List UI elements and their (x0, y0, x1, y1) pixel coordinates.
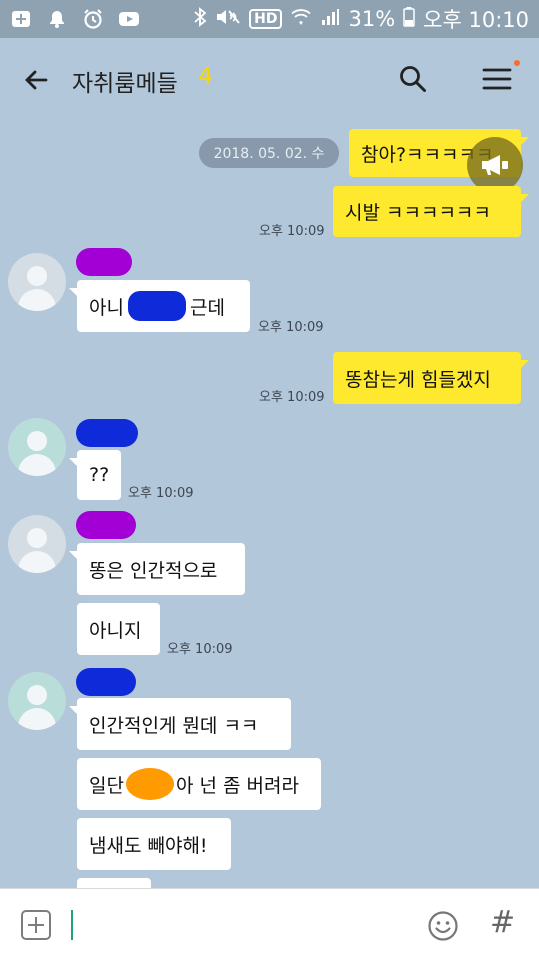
redacted-sender-name (76, 511, 136, 539)
message-bubble-other[interactable]: 일단 아 넌 좀 버려라 (77, 758, 321, 810)
message-text-before: 일단 (89, 774, 124, 797)
redacted-text (127, 291, 186, 321)
sender-avatar[interactable] (8, 253, 66, 311)
new-message-icon (10, 8, 32, 30)
message-text-after: 아 넌 좀 버려라 (175, 774, 299, 797)
mute-icon (215, 7, 241, 32)
redacted-sender-name (76, 248, 132, 276)
clock: 오후 10:10 (423, 8, 529, 32)
redacted-sender-name (76, 668, 136, 696)
message-input-bar: # (0, 888, 539, 960)
search-icon (400, 66, 426, 92)
message-bubble-other[interactable]: 인간적인게 뭔데 ㅋㅋ (69, 698, 291, 750)
status-bar: HD 31% 오후 10:10 (0, 0, 539, 38)
notification-icons (10, 8, 140, 30)
message-bubble-other[interactable]: ?? (69, 450, 121, 500)
hamburger-menu-icon (482, 68, 512, 90)
chat-header: 자취룸메들 4 (0, 38, 539, 122)
avatar-head (27, 266, 47, 286)
avatar-body (18, 551, 56, 573)
avatar-body (18, 708, 56, 730)
message-time: 오후 10:09 (167, 642, 233, 657)
new-badge-dot (514, 60, 520, 66)
emoji-button[interactable] (427, 910, 459, 942)
avatar-head (27, 685, 47, 705)
signal-icon (320, 7, 340, 32)
message-time: 오후 10:09 (259, 390, 325, 405)
message-bubble-other[interactable]: 똥은 인간적으로 (69, 543, 245, 595)
message-time: 오후 10:09 (128, 486, 194, 501)
member-count: 4 (198, 64, 213, 90)
wifi-icon (290, 7, 312, 32)
bell-icon (46, 8, 68, 30)
date-divider: 2018. 05. 02. 수 (199, 138, 339, 168)
message-time: 오후 10:09 (258, 320, 324, 335)
plus-box-icon[interactable] (21, 910, 51, 940)
message-bubble-other[interactable]: 아니지 (77, 603, 160, 655)
redacted-text (125, 768, 174, 800)
bluetooth-icon (193, 6, 207, 32)
sender-avatar[interactable] (8, 515, 66, 573)
avatar-head (27, 431, 47, 451)
hd-voice-indicator: HD (249, 9, 283, 29)
message-text: 냄새도 빼야해! (89, 834, 208, 857)
message-text: 시발 ㅋㅋㅋㅋㅋㅋ (345, 202, 491, 224)
menu-button[interactable] (480, 63, 514, 95)
message-bubble-mine[interactable]: 똥참는게 힘들겠지 (333, 352, 529, 404)
alarm-clock-icon (82, 8, 104, 30)
redacted-sender-name (76, 419, 138, 447)
avatar-body (18, 289, 56, 311)
system-status: HD 31% 오후 10:10 (193, 4, 529, 34)
message-bubble-partial (77, 878, 151, 888)
battery-icon (403, 6, 415, 32)
message-text: 똥참는게 힘들겠지 (345, 368, 491, 391)
megaphone-icon (482, 155, 508, 175)
youtube-icon (118, 8, 140, 30)
message-bubble-other[interactable]: 냄새도 빼야해! (77, 818, 231, 870)
message-text-before: 아니 (89, 296, 124, 319)
arrow-left-icon (25, 70, 48, 90)
search-button[interactable] (398, 64, 428, 94)
chat-messages[interactable]: 2018. 05. 02. 수 참아?ㅋㅋㅋㅋㅋ 오후 10:09 시발 ㅋㅋㅋ… (0, 122, 539, 888)
speaker-button[interactable] (467, 137, 523, 193)
chat-room-title: 자취룸메들 (72, 71, 178, 97)
smiley-icon (428, 911, 458, 941)
message-input[interactable] (68, 905, 408, 945)
sender-avatar[interactable] (8, 672, 66, 730)
message-bubble-mine[interactable]: 시발 ㅋㅋㅋㅋㅋㅋ (333, 186, 529, 237)
message-text: ?? (89, 464, 110, 486)
avatar-head (27, 528, 47, 548)
battery-percent: 31% (348, 7, 396, 31)
message-time: 오후 10:09 (259, 224, 325, 239)
message-text: 인간적인게 뭔데 ㅋㅋ (89, 714, 259, 737)
message-text-after: 근데 (189, 296, 225, 319)
message-text: 똥은 인간적으로 (89, 559, 218, 582)
hashtag-icon[interactable]: # (490, 905, 515, 940)
avatar-body (18, 454, 56, 476)
message-text: 아니지 (89, 619, 142, 642)
sender-avatar[interactable] (8, 418, 66, 476)
text-cursor (71, 910, 73, 940)
message-bubble-other[interactable]: 아니 근데 (69, 280, 250, 332)
back-button[interactable] (20, 64, 52, 96)
